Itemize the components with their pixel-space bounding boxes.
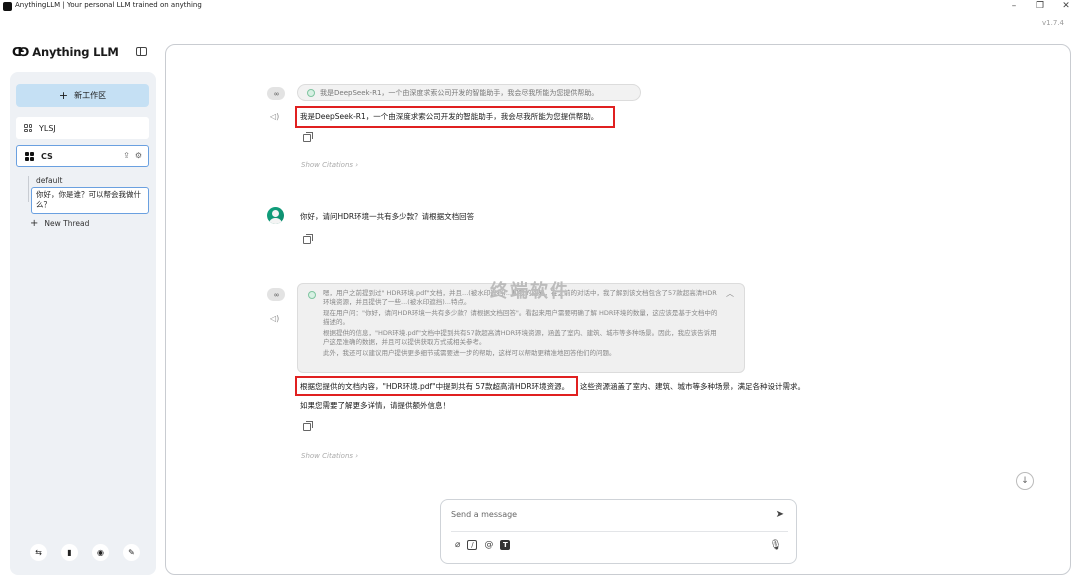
slash-command-icon[interactable]: / [467,540,478,550]
text-size-icon[interactable]: T [500,540,511,550]
plus-icon: + [58,89,69,102]
workspace-grid-icon [25,151,34,161]
version-label: v1.7.4 [1042,19,1064,27]
docs-book-icon[interactable]: ▮ [61,544,78,561]
community-hub-icon[interactable]: ⇆ [30,544,47,561]
thought-line: 根据提供的信息，"HDR环境.pdf"文档中提到共有57款超高清HDR环境资源，… [323,329,717,346]
thought-line: 现在用户问："你好，请问HDR环境一共有多少款？请根据文档回答"。看起来用户需要… [323,309,718,326]
assistant-answer-highlight: 根据您提供的文档内容，"HDR环境.pdf"中提到共有 57款超高清HDR环境资… [300,382,570,391]
send-icon[interactable]: ➤ [776,509,784,520]
workspace-grid-icon [24,124,32,132]
thread-active[interactable]: 你好，你是谁？可以帮会我做什么？ [31,187,149,214]
watermark: 终端软件 [490,281,570,302]
restore-button[interactable]: ❐ [1030,0,1050,13]
microphone-icon[interactable]: 🎙 [769,540,782,551]
sidebar-toggle-icon[interactable] [136,47,147,56]
copy-icon[interactable] [303,421,313,431]
workspace-item-cs[interactable]: CS ⇪ ⚙ [16,145,149,167]
assistant-answer-rest: 这些资源涵盖了室内、建筑、城市等多种场景，满足各种设计需求。 [580,382,805,391]
new-thread-button[interactable]: + New Thread [30,218,89,229]
upload-icon[interactable]: ⇪ [123,151,130,160]
thought-pill[interactable]: 我是DeepSeek-R1，一个由深度求索公司开发的智能助手，我会尽我所能为您提… [297,84,641,101]
assistant-avatar: ∞ [267,87,285,100]
logo: ᗡ⅁ Anything LLM [12,45,119,59]
thinking-icon [307,89,315,97]
settings-wrench-icon[interactable]: ✎ [123,544,140,561]
copy-icon[interactable] [303,234,313,244]
new-thread-label: New Thread [44,219,90,228]
speaker-icon[interactable]: ◁) [270,314,279,323]
message-input[interactable] [451,507,751,521]
thought-text: 我是DeepSeek-R1，一个由深度求索公司开发的智能助手，我会尽我所能为您提… [320,88,599,97]
new-workspace-button[interactable]: + 新工作区 [16,84,149,107]
copy-icon[interactable] [303,132,313,142]
workspace-name: YLSJ [39,123,56,133]
attach-paperclip-icon[interactable]: ⌀ [455,540,460,550]
workspace-item-ylsj[interactable]: YLSJ [16,117,149,139]
minimize-button[interactable]: – [1004,0,1024,13]
gear-icon[interactable]: ⚙ [135,151,142,160]
assistant-message-text: 我是DeepSeek-R1，一个由深度求索公司开发的智能助手，我会尽我所能为您提… [300,112,599,121]
window-title: AnythingLLM | Your personal LLM trained … [15,1,202,9]
assistant-avatar: ∞ [267,288,285,301]
logo-mark-icon: ᗡ⅁ [12,45,29,59]
discord-icon[interactable]: ◉ [92,544,109,561]
show-citations-link[interactable]: Show Citations › [301,452,358,460]
sidebar: + 新工作区 YLSJ CS ⇪ ⚙ default 你好，你是谁？可以帮会我做… [10,72,156,575]
scroll-to-bottom-button[interactable]: ↓ [1016,472,1034,490]
composer-divider [451,531,788,532]
speaker-icon[interactable]: ◁) [270,112,279,121]
logo-text: Anything LLM [32,45,119,59]
plus-icon: + [30,218,39,229]
thread-tree-line [28,176,29,202]
thinking-icon [308,291,316,299]
close-button[interactable]: ✕ [1056,0,1076,13]
user-message-text: 你好，请问HDR环境一共有多少款？请根据文档回答 [300,212,475,221]
assistant-answer-followup: 如果您需要了解更多详情，请提供额外信息！ [300,401,450,410]
new-workspace-label: 新工作区 [74,91,107,100]
user-avatar [267,207,284,224]
message-composer: ➤ ⌀ / @ T 🎙 [440,499,797,564]
sidebar-footer: ⇆ ▮ ◉ ✎ [30,544,140,561]
thread-default[interactable]: default [36,176,62,185]
chevron-up-icon[interactable]: ︿ [726,288,734,299]
title-bar: AnythingLLM | Your personal LLM trained … [0,0,1080,14]
workspace-name: CS [41,151,53,161]
thought-line: 此外，我还可以建议用户提供更多细节或需要进一步的帮助，这样可以帮助更精准地回答他… [323,349,616,357]
composer-tools: ⌀ / @ T [455,540,511,550]
at-mention-icon[interactable]: @ [484,540,493,550]
show-citations-link[interactable]: Show Citations › [301,161,358,169]
app-icon [3,2,12,11]
